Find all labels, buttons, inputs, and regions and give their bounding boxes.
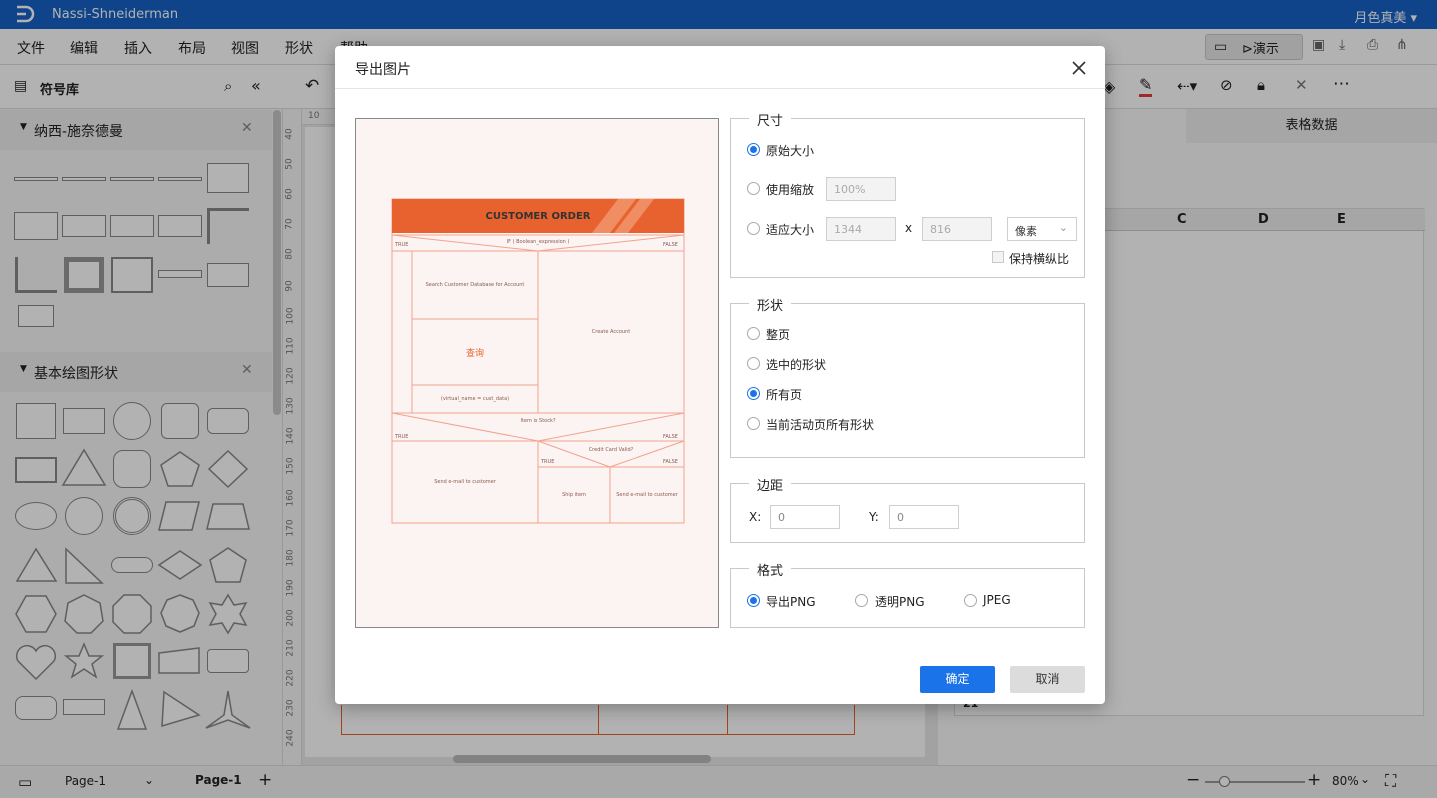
margin-x-label: X:	[749, 510, 762, 524]
radio-use-scale[interactable]	[747, 182, 760, 195]
chevron-down-icon: ⌄	[1058, 221, 1068, 234]
radio-whole-page[interactable]	[747, 327, 760, 340]
shape-fieldset: 形状 整页 选中的形状 所有页 当前活动页所有形状	[730, 295, 1085, 458]
times-sign: x	[905, 221, 913, 235]
format-legend: 格式	[749, 560, 792, 579]
dialog-divider	[335, 88, 1105, 89]
preview-text: FALSE	[663, 434, 678, 440]
unit-select[interactable]: 像素 ⌄	[1007, 217, 1077, 241]
keep-ratio-label: 保持横纵比	[1009, 252, 1070, 266]
width-input[interactable]: 1344	[826, 217, 896, 241]
size-legend: 尺寸	[749, 110, 792, 129]
radio-selected-shapes[interactable]	[747, 357, 760, 370]
export-preview: CUSTOMER ORDER IF ( Boolean_expression )…	[355, 118, 719, 628]
preview-text: Send e-mail to customer	[616, 492, 678, 498]
transparent-png-label: 透明PNG	[875, 595, 925, 609]
dialog-title: 导出图片	[355, 62, 411, 78]
preview-text: Search Customer Database for Account	[425, 282, 525, 288]
preview-text: TRUE	[541, 459, 555, 465]
fit-size-label: 适应大小	[766, 223, 815, 237]
radio-transparent-png[interactable]	[855, 594, 868, 607]
margin-x-input[interactable]: 0	[770, 505, 840, 529]
close-icon[interactable]	[1067, 56, 1091, 80]
preview-text: (virtual_name = cust_data)	[440, 396, 510, 402]
preview-text: TRUE	[395, 434, 409, 440]
unit-value: 像素	[1015, 225, 1037, 238]
cancel-button[interactable]: 取消	[1010, 666, 1085, 693]
whole-page-label: 整页	[766, 328, 791, 342]
margin-y-input[interactable]: 0	[889, 505, 959, 529]
preview-text: FALSE	[663, 242, 678, 248]
radio-fit-size[interactable]	[747, 222, 760, 235]
radio-export-png[interactable]	[747, 594, 760, 607]
jpeg-label: JPEG	[983, 593, 1011, 607]
shape-legend: 形状	[749, 295, 792, 314]
preview-text: Create Account	[591, 329, 631, 335]
size-fieldset: 尺寸 原始大小 使用缩放 100% 适应大小 1344 x 816 像素 ⌄ 保持…	[730, 110, 1085, 278]
preview-text: Send e-mail to customer	[434, 479, 496, 485]
preview-text: 查询	[465, 349, 484, 359]
margin-y-label: Y:	[869, 510, 879, 524]
current-page-shapes-label: 当前活动页所有形状	[766, 418, 875, 432]
format-fieldset: 格式 导出PNG 透明PNG JPEG	[730, 560, 1085, 628]
preview-diagram	[391, 198, 685, 524]
margin-fieldset: 边距 X: 0 Y: 0	[730, 475, 1085, 543]
preview-text: IF ( Boolean_expression )	[506, 239, 570, 245]
radio-jpeg[interactable]	[964, 594, 977, 607]
selected-shapes-label: 选中的形状	[766, 358, 827, 372]
preview-text: Item is Stock?	[520, 418, 556, 424]
preview-title: CUSTOMER ORDER	[485, 211, 591, 222]
export-image-dialog: 导出图片 CUSTOMER ORDER IF (Boolean_express…	[335, 46, 1105, 704]
all-pages-label: 所有页	[766, 388, 803, 402]
preview-text: Credit Card Valid?	[588, 447, 634, 453]
height-input[interactable]: 816	[922, 217, 992, 241]
keep-ratio-checkbox[interactable]	[992, 251, 1004, 263]
export-png-label: 导出PNG	[766, 595, 816, 609]
radio-all-pages[interactable]	[747, 387, 760, 400]
margin-legend: 边距	[749, 475, 792, 494]
use-scale-label: 使用缩放	[766, 183, 815, 197]
preview-text: Ship item	[562, 492, 586, 498]
radio-current-page-shapes[interactable]	[747, 417, 760, 430]
radio-original-size[interactable]	[747, 143, 760, 156]
scale-input[interactable]: 100%	[826, 177, 896, 201]
original-size-label: 原始大小	[766, 144, 815, 158]
preview-text: FALSE	[663, 459, 678, 465]
ok-button[interactable]: 确定	[920, 666, 995, 693]
preview-text: TRUE	[395, 242, 409, 248]
